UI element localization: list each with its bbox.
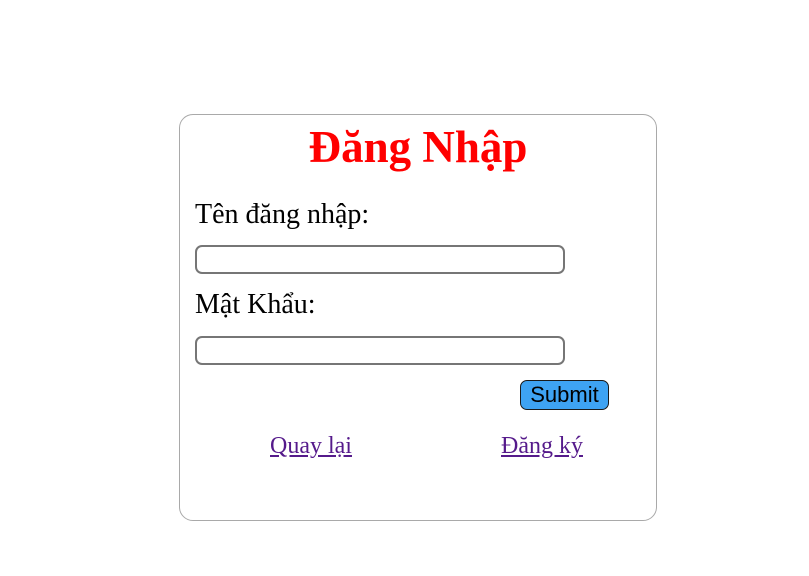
back-link[interactable]: Quay lại bbox=[270, 432, 352, 460]
password-input[interactable] bbox=[195, 336, 565, 365]
page-title: Đăng Nhập bbox=[308, 122, 528, 172]
username-input[interactable] bbox=[195, 245, 565, 274]
password-label: Mật Khẩu: bbox=[195, 289, 316, 320]
register-link[interactable]: Đăng ký bbox=[501, 432, 583, 460]
login-card: Đăng Nhập Tên đăng nhập: Mật Khẩu: Submi… bbox=[179, 114, 657, 521]
username-label: Tên đăng nhập: bbox=[195, 199, 370, 230]
submit-button[interactable]: Submit bbox=[520, 380, 609, 410]
